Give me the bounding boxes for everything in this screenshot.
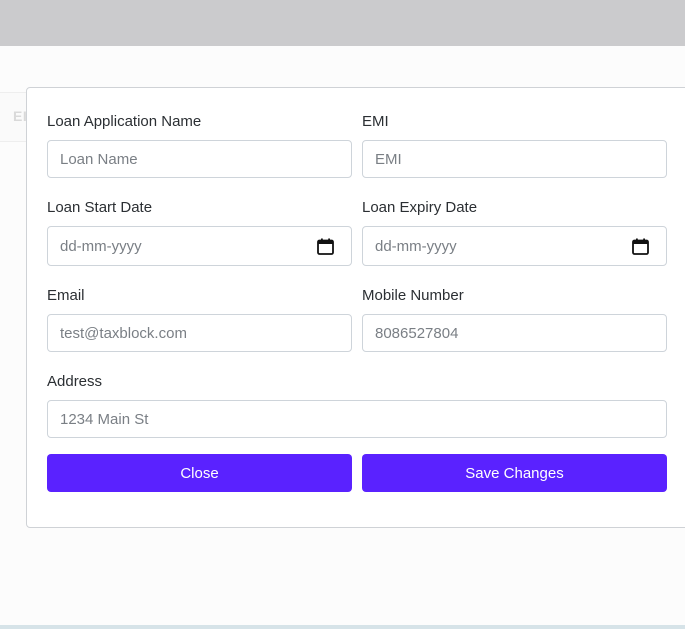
- email-label: Email: [47, 287, 85, 304]
- close-button[interactable]: Close: [47, 454, 352, 492]
- emi-label: EMI: [362, 113, 389, 130]
- address-placeholder: 1234 Main St: [60, 410, 149, 428]
- address-input[interactable]: 1234 Main St: [47, 400, 667, 438]
- emi-placeholder: EMI: [375, 150, 402, 168]
- start-date-placeholder: dd-mm-yyyy: [60, 237, 142, 255]
- emi-input[interactable]: EMI: [362, 140, 667, 178]
- email-placeholder: test@taxblock.com: [60, 324, 187, 342]
- calendar-icon[interactable]: [632, 238, 649, 255]
- loan-name-input[interactable]: Loan Name: [47, 140, 352, 178]
- save-changes-button[interactable]: Save Changes: [362, 454, 667, 492]
- email-input[interactable]: test@taxblock.com: [47, 314, 352, 352]
- mobile-label: Mobile Number: [362, 287, 464, 304]
- expiry-date-label: Loan Expiry Date: [362, 199, 478, 216]
- mobile-input[interactable]: 8086527804: [362, 314, 667, 352]
- bottom-divider: [0, 625, 685, 629]
- start-date-input[interactable]: dd-mm-yyyy: [47, 226, 352, 266]
- expiry-date-input[interactable]: dd-mm-yyyy: [362, 226, 667, 266]
- calendar-icon[interactable]: [317, 238, 334, 255]
- loan-name-placeholder: Loan Name: [60, 150, 138, 168]
- mobile-placeholder: 8086527804: [375, 324, 459, 342]
- top-bar: [0, 0, 685, 46]
- edit-loan-modal: Loan Application Name Loan Name EMI EMI …: [26, 87, 685, 528]
- loan-name-label: Loan Application Name: [47, 113, 202, 130]
- start-date-label: Loan Start Date: [47, 199, 153, 216]
- expiry-date-placeholder: dd-mm-yyyy: [375, 237, 457, 255]
- address-label: Address: [47, 373, 103, 390]
